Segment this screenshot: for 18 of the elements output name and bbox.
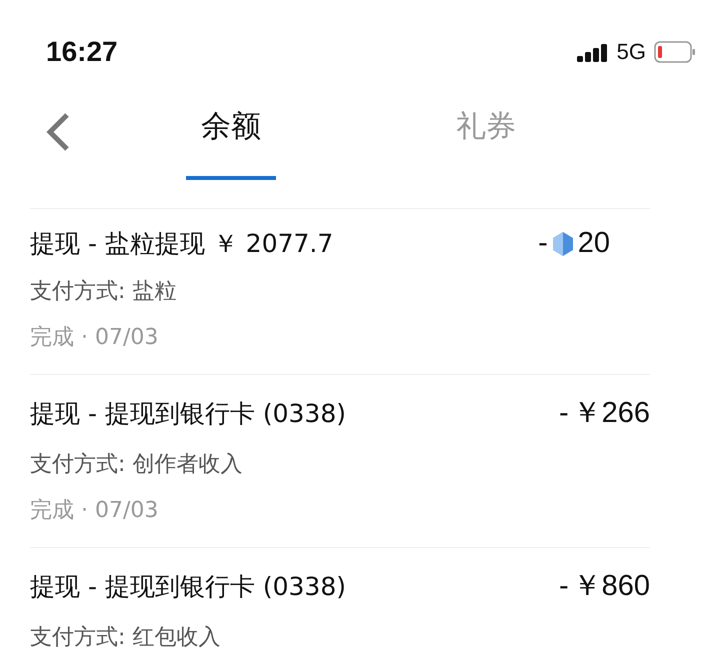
tab[interactable]: 余额 — [186, 104, 276, 180]
transaction-status: 完成 · 07/03 — [30, 497, 160, 525]
gem-icon — [552, 230, 574, 256]
transaction-amount: - 20 — [538, 227, 610, 260]
battery-icon — [654, 41, 696, 63]
signal-icon — [576, 42, 609, 62]
status-time: 16:27 — [46, 36, 118, 68]
transaction-amount: -￥266 — [558, 396, 650, 431]
payment-method: 支付方式: 创作者收入 — [30, 451, 244, 479]
transaction-title: 提现 - 提现到银行卡 (0338) — [30, 570, 346, 602]
back-icon — [45, 112, 71, 152]
payment-method: 支付方式: 红包收入 — [30, 624, 222, 652]
transaction-status: 完成 · 07/03 — [30, 324, 160, 352]
transaction-amount: -￥860 — [558, 568, 650, 604]
transaction-title: 提现 - 提现到银行卡 (0338) — [30, 398, 346, 430]
payment-method: 支付方式: 盐粒 — [30, 278, 178, 306]
transaction-title: 提现 - 盐粒提现 ￥ 2077.7 — [30, 228, 334, 260]
network-label: 5G — [616, 39, 646, 65]
